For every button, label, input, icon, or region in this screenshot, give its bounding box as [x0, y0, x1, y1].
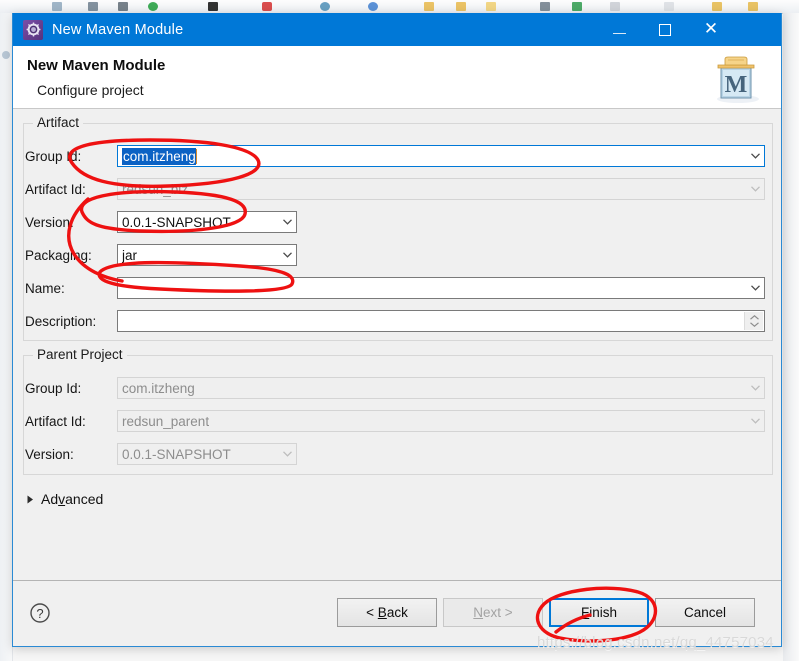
svg-text:M: M	[725, 72, 748, 98]
maximize-icon	[659, 23, 671, 36]
field-row-artifact-id: Artifact Id: redsun_biz	[25, 178, 765, 200]
field-row-parent-group-id: Group Id: com.itzheng	[25, 377, 765, 399]
toolbar-icon-run-green[interactable]	[572, 2, 582, 11]
chevron-down-icon	[751, 418, 760, 424]
minimize-button[interactable]	[596, 13, 642, 46]
chevron-down-icon	[749, 322, 759, 327]
parent-artifact-id-input: redsun_parent	[117, 410, 765, 432]
toolbar-icon-yellow-2[interactable]	[748, 2, 758, 11]
version-value: 0.0.1-SNAPSHOT	[122, 214, 231, 230]
parent-version-combo: 0.0.1-SNAPSHOT	[117, 443, 297, 465]
eclipse-right-area	[783, 13, 799, 661]
finish-button[interactable]: Finish	[549, 598, 649, 627]
description-input[interactable]	[117, 310, 765, 332]
maven-gear-icon	[23, 19, 43, 40]
next-button-label: Next >	[473, 605, 513, 620]
packaging-value: jar	[122, 247, 138, 263]
toolbar-icon-terminate[interactable]	[208, 2, 218, 11]
parent-version-label: Version:	[25, 446, 74, 462]
group-id-value: com.itzheng	[122, 147, 196, 165]
toolbar-icon-folder-3[interactable]	[486, 2, 496, 11]
toolbar-icon-globe[interactable]	[320, 2, 330, 11]
artifact-id-label: Artifact Id:	[25, 181, 86, 197]
chevron-down-icon[interactable]	[751, 285, 760, 291]
finish-button-label: Finish	[580, 605, 617, 620]
version-label: Version:	[25, 214, 74, 230]
field-row-name: Name:	[25, 277, 765, 299]
wizard-subtitle: Configure project	[37, 82, 144, 98]
version-combo[interactable]: 0.0.1-SNAPSHOT	[117, 211, 297, 233]
toolbar-icon-check[interactable]	[52, 2, 62, 11]
group-id-label: Group Id:	[25, 148, 82, 164]
toolbar-icon-stop[interactable]	[262, 2, 272, 11]
toolbar-icon-debug[interactable]	[88, 2, 98, 11]
help-question-icon[interactable]: ?	[29, 602, 51, 624]
toolbar-icon-folder-2[interactable]	[456, 2, 466, 11]
parent-version-value: 0.0.1-SNAPSHOT	[122, 446, 231, 462]
next-button: Next >	[443, 598, 543, 627]
chevron-down-icon[interactable]	[283, 219, 292, 225]
close-button[interactable]: ✕	[688, 13, 734, 46]
text-caret	[195, 148, 197, 164]
advanced-expander[interactable]: Advanced	[27, 491, 103, 507]
eclipse-toolbar[interactable]	[0, 0, 799, 14]
artifact-id-value: redsun_biz	[122, 181, 189, 197]
toolbar-icon-yellow-1[interactable]	[712, 2, 722, 11]
toolbar-icon-format[interactable]	[118, 2, 128, 11]
toolbar-icon-search[interactable]	[368, 2, 378, 11]
packaging-label: Packaging:	[25, 247, 92, 263]
back-button-label: < Back	[366, 605, 408, 620]
description-label: Description:	[25, 313, 97, 329]
back-button[interactable]: < Back	[337, 598, 437, 627]
close-icon: ✕	[703, 19, 719, 39]
parent-group-id-input: com.itzheng	[117, 377, 765, 399]
name-input[interactable]	[117, 277, 765, 299]
eclipse-view-icon[interactable]	[2, 51, 10, 59]
maven-box-icon: M	[717, 56, 759, 103]
field-row-version: Version: 0.0.1-SNAPSHOT	[25, 211, 297, 233]
cancel-button[interactable]: Cancel	[655, 598, 755, 627]
field-row-parent-artifact-id: Artifact Id: redsun_parent	[25, 410, 765, 432]
advanced-label: Advanced	[41, 491, 104, 507]
group-id-input[interactable]: com.itzheng	[117, 145, 765, 167]
parent-project-legend: Parent Project	[33, 347, 127, 362]
artifact-group-legend: Artifact	[33, 115, 84, 130]
wizard-title: New Maven Module	[27, 57, 166, 74]
dialog-titlebar[interactable]: New Maven Module ✕	[13, 13, 781, 46]
parent-group-id-label: Group Id:	[25, 380, 82, 396]
chevron-down-icon	[751, 385, 760, 391]
triangle-right-icon	[27, 495, 33, 503]
field-row-description: Description:	[25, 310, 765, 332]
parent-artifact-id-label: Artifact Id:	[25, 413, 86, 429]
field-row-packaging: Packaging: jar	[25, 244, 297, 266]
chevron-down-icon	[283, 451, 292, 457]
parent-artifact-id-value: redsun_parent	[122, 413, 210, 429]
toolbar-icon-run[interactable]	[148, 2, 158, 11]
watermark-text: https://blog.csdn.net/qq_44757034	[537, 634, 774, 651]
chevron-up-icon	[749, 315, 759, 320]
cancel-button-label: Cancel	[683, 605, 727, 620]
parent-group-id-value: com.itzheng	[122, 380, 195, 396]
chevron-down-icon	[751, 186, 760, 192]
new-maven-module-dialog: New Maven Module ✕ New Maven Module Conf…	[12, 13, 782, 647]
field-row-group-id: Group Id: com.itzheng	[25, 145, 765, 167]
toolbar-icon-folder-1[interactable]	[424, 2, 434, 11]
packaging-combo[interactable]: jar	[117, 244, 297, 266]
toolbar-icon-console[interactable]	[610, 2, 620, 11]
toolbar-icon-java[interactable]	[540, 2, 550, 11]
wizard-header: New Maven Module Configure project M	[13, 46, 781, 109]
maximize-button[interactable]	[642, 13, 688, 46]
description-spinner[interactable]	[744, 312, 763, 330]
minimize-icon	[612, 33, 626, 34]
artifact-id-input: redsun_biz	[117, 178, 765, 200]
svg-text:?: ?	[36, 606, 43, 621]
name-label: Name:	[25, 280, 65, 296]
chevron-down-icon[interactable]	[751, 153, 760, 159]
toolbar-icon-perspective[interactable]	[664, 2, 674, 11]
chevron-down-icon[interactable]	[283, 252, 292, 258]
field-row-parent-version: Version: 0.0.1-SNAPSHOT	[25, 443, 297, 465]
wizard-body: Artifact Group Id: com.itzheng Artifact …	[13, 109, 781, 615]
dialog-title: New Maven Module	[52, 21, 184, 38]
